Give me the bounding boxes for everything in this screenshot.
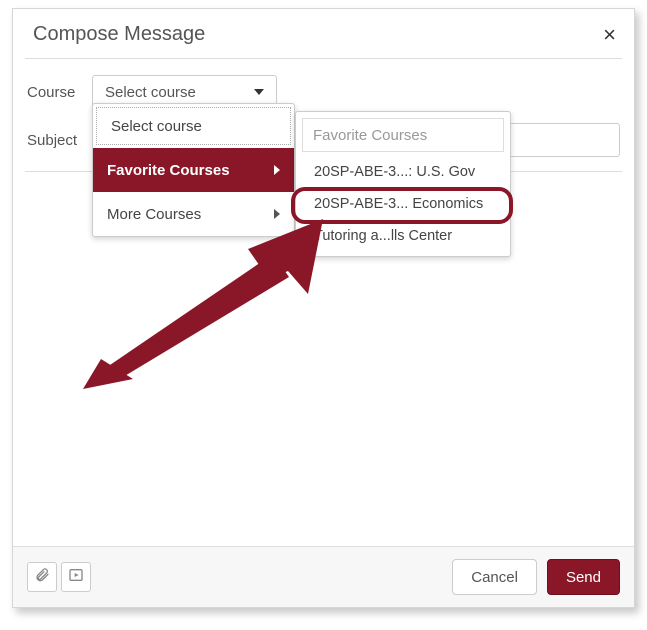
submenu-item-tutoring[interactable]: Tutoring a...lls Center: [296, 220, 510, 252]
dropdown-item-more-courses[interactable]: More Courses: [93, 192, 294, 236]
subject-label: Subject: [27, 132, 92, 149]
course-select-text: Select course: [105, 84, 196, 101]
play-square-icon: [68, 567, 84, 588]
footer-right: Cancel Send: [452, 559, 620, 595]
compose-message-dialog: Compose Message × Course Select course S…: [12, 8, 635, 608]
dropdown-item-label: Select course: [111, 118, 202, 135]
chevron-right-icon: [274, 209, 280, 219]
paperclip-icon: [34, 567, 50, 588]
dropdown-item-select-course[interactable]: Select course: [96, 107, 291, 145]
media-button[interactable]: [61, 562, 91, 592]
submenu-header: Favorite Courses: [302, 118, 504, 152]
close-icon[interactable]: ×: [603, 24, 616, 46]
send-button[interactable]: Send: [547, 559, 620, 595]
submenu-item-us-gov[interactable]: 20SP-ABE-3...: U.S. Gov: [296, 156, 510, 188]
attach-button[interactable]: [27, 562, 57, 592]
chevron-right-icon: [274, 165, 280, 175]
course-label: Course: [27, 84, 92, 101]
submenu-item-economics[interactable]: 20SP-ABE-3... Economics: [296, 188, 510, 220]
course-dropdown: Select course Favorite Courses More Cour…: [92, 103, 295, 237]
footer-left: [27, 562, 91, 592]
caret-down-icon: [254, 89, 264, 95]
dialog-header: Compose Message ×: [13, 9, 634, 58]
dialog-title: Compose Message: [33, 23, 205, 46]
dialog-footer: Cancel Send: [13, 546, 634, 607]
cancel-button[interactable]: Cancel: [452, 559, 537, 595]
dropdown-item-favorite-courses[interactable]: Favorite Courses: [93, 148, 294, 192]
form-area: Course Select course Subject Select cour…: [13, 59, 634, 171]
dropdown-item-label: Favorite Courses: [107, 162, 230, 179]
dropdown-item-label: More Courses: [107, 206, 201, 223]
favorite-courses-submenu: Favorite Courses 20SP-ABE-3...: U.S. Gov…: [295, 111, 511, 257]
